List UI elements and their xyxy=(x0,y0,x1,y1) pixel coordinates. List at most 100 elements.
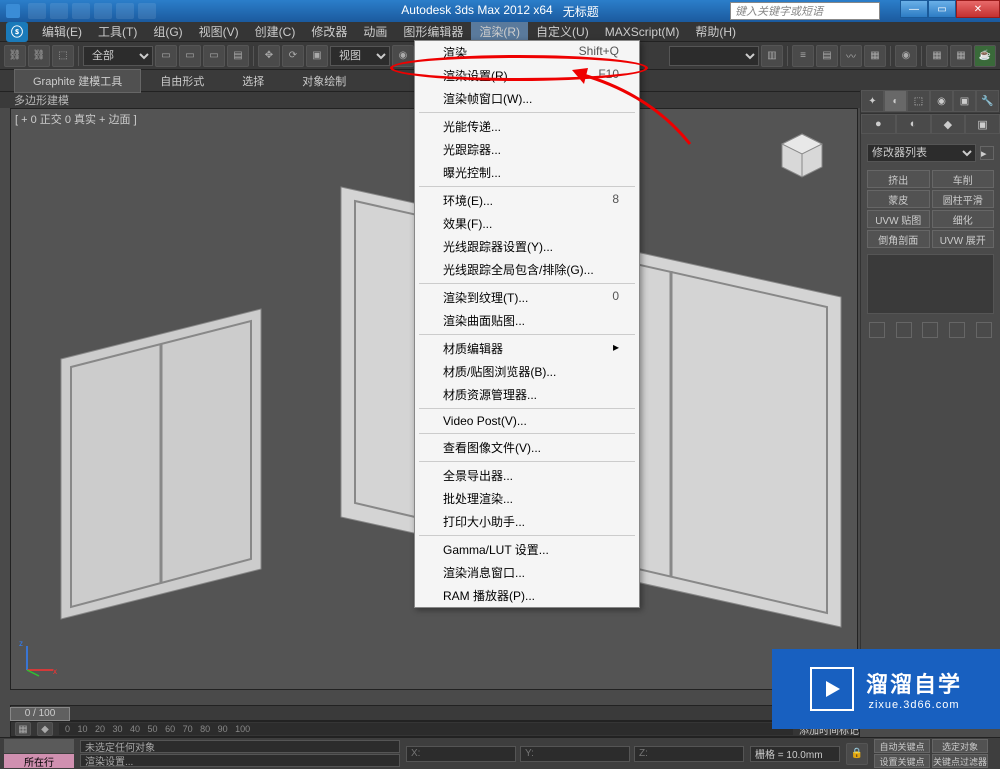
modify-tab-icon[interactable]: ◐ xyxy=(884,90,907,112)
menu-item-[interactable]: 渲染曲面贴图... xyxy=(415,309,639,332)
mod-cylsmooth[interactable]: 圆柱平滑 xyxy=(932,190,995,208)
maximize-button[interactable]: ▭ xyxy=(928,0,956,18)
pivot-icon[interactable]: ◉ xyxy=(392,45,414,67)
menu-item-[interactable]: 打印大小助手... xyxy=(415,510,639,533)
subtab-2-icon[interactable]: ◐ xyxy=(896,114,931,134)
move-icon[interactable]: ✥ xyxy=(258,45,280,67)
menu-create[interactable]: 创建(C) xyxy=(247,21,304,42)
mod-tessellate[interactable]: 细化 xyxy=(932,210,995,228)
coord-z[interactable] xyxy=(634,746,744,762)
key-filters-button[interactable]: 关键点过滤器 xyxy=(932,754,988,768)
menu-tools[interactable]: 工具(T) xyxy=(90,21,145,42)
ribbon-freeform[interactable]: 自由形式 xyxy=(141,69,223,93)
menu-item-[interactable]: 渲染Shift+Q xyxy=(415,41,639,64)
menu-item-[interactable]: 光能传递... xyxy=(415,115,639,138)
select-icon[interactable]: ▭ xyxy=(155,45,177,67)
menu-item-ramp[interactable]: RAM 播放器(P)... xyxy=(415,584,639,607)
render-setup-icon[interactable]: ▦ xyxy=(926,45,948,67)
menu-rendering[interactable]: 渲染(R) xyxy=(471,21,528,42)
rotate-icon[interactable]: ⟳ xyxy=(282,45,304,67)
menu-item-[interactable]: 材质编辑器▸ xyxy=(415,337,639,360)
stack-config-icon[interactable] xyxy=(976,322,992,338)
menu-edit[interactable]: 编辑(E) xyxy=(34,21,90,42)
menu-item-[interactable]: 渲染消息窗口... xyxy=(415,561,639,584)
motion-tab-icon[interactable]: ◉ xyxy=(930,90,953,112)
stack-unique-icon[interactable] xyxy=(922,322,938,338)
menu-item-y[interactable]: 光线跟踪器设置(Y)... xyxy=(415,235,639,258)
menu-customize[interactable]: 自定义(U) xyxy=(528,21,597,42)
mirror-icon[interactable]: ▥ xyxy=(761,45,783,67)
auto-key-button[interactable]: 自动关键点 xyxy=(874,739,930,753)
ribbon-paint[interactable]: 对象绘制 xyxy=(283,69,365,93)
subtab-4-icon[interactable]: ▣ xyxy=(965,114,1000,134)
track-key-icon[interactable]: ◆ xyxy=(37,722,53,736)
select-region-icon[interactable]: ▭ xyxy=(203,45,225,67)
menu-views[interactable]: 视图(V) xyxy=(191,21,247,42)
link-icon[interactable]: ⛓ xyxy=(4,45,26,67)
menu-item-[interactable]: 批处理渲染... xyxy=(415,487,639,510)
viewcube[interactable] xyxy=(777,129,827,179)
ref-coord-system[interactable]: 视图 xyxy=(330,46,390,66)
bind-icon[interactable]: ⬚ xyxy=(52,45,74,67)
selected-set-button[interactable]: 选定对象 xyxy=(932,739,988,753)
menu-item-e[interactable]: 环境(E)...8 xyxy=(415,189,639,212)
schematic-icon[interactable]: ▦ xyxy=(864,45,886,67)
ribbon-graphite[interactable]: Graphite 建模工具 xyxy=(14,69,141,93)
modifier-pin-icon[interactable]: ▸ xyxy=(980,146,994,160)
mod-uvwunwrap[interactable]: UVW 展开 xyxy=(932,230,995,248)
create-tab-icon[interactable]: ✦ xyxy=(861,90,884,112)
mod-uvwmap[interactable]: UVW 贴图 xyxy=(867,210,930,228)
menu-item-t[interactable]: 渲染到纹理(T)...0 xyxy=(415,286,639,309)
time-ruler[interactable] xyxy=(10,705,860,721)
selection-filter[interactable]: 全部 xyxy=(83,46,153,66)
menu-animation[interactable]: 动画 xyxy=(355,21,395,42)
menu-item-b[interactable]: 材质/贴图浏览器(B)... xyxy=(415,360,639,383)
stack-pin-icon[interactable] xyxy=(869,322,885,338)
menu-graph-editors[interactable]: 图形编辑器 xyxy=(395,21,471,42)
select-name-icon[interactable]: ▭ xyxy=(179,45,201,67)
subtab-3-icon[interactable]: ◆ xyxy=(931,114,966,134)
menu-item-gammalut[interactable]: Gamma/LUT 设置... xyxy=(415,538,639,561)
menu-item-[interactable]: 材质资源管理器... xyxy=(415,383,639,406)
coord-x[interactable] xyxy=(406,746,516,762)
qat-new-icon[interactable] xyxy=(28,3,46,19)
track-mini-icon[interactable]: ▦ xyxy=(15,722,31,736)
menu-item-f[interactable]: 效果(F)... xyxy=(415,212,639,235)
time-slider[interactable]: 0 / 100 xyxy=(10,707,70,721)
menu-item-w[interactable]: 渲染帧窗口(W)... xyxy=(415,87,639,110)
menu-item-[interactable]: 光跟踪器... xyxy=(415,138,639,161)
utilities-tab-icon[interactable]: 🔧 xyxy=(976,90,999,112)
scale-icon[interactable]: ▣ xyxy=(306,45,328,67)
menu-item-[interactable]: 全景导出器... xyxy=(415,464,639,487)
menu-item-v[interactable]: 查看图像文件(V)... xyxy=(415,436,639,459)
qat-redo-icon[interactable] xyxy=(116,3,134,19)
display-tab-icon[interactable]: ▣ xyxy=(953,90,976,112)
named-selections[interactable] xyxy=(669,46,759,66)
layers-icon[interactable]: ▤ xyxy=(816,45,838,67)
minimize-button[interactable]: — xyxy=(900,0,928,18)
mod-lathe[interactable]: 车削 xyxy=(932,170,995,188)
render-frame-icon[interactable]: ▦ xyxy=(950,45,972,67)
menu-group[interactable]: 组(G) xyxy=(145,21,190,42)
menu-item-[interactable]: 曝光控制... xyxy=(415,161,639,184)
unlink-icon[interactable]: ⛓ xyxy=(28,45,50,67)
ribbon-selection[interactable]: 选择 xyxy=(223,69,283,93)
mod-bevelprofile[interactable]: 倒角剖面 xyxy=(867,230,930,248)
hierarchy-tab-icon[interactable]: ⬚ xyxy=(907,90,930,112)
mod-skin[interactable]: 蒙皮 xyxy=(867,190,930,208)
menu-modifiers[interactable]: 修改器 xyxy=(303,21,355,42)
coord-y[interactable] xyxy=(520,746,630,762)
align-icon[interactable]: ≡ xyxy=(792,45,814,67)
modifier-list-dropdown[interactable]: 修改器列表 xyxy=(867,144,976,162)
material-editor-icon[interactable]: ◉ xyxy=(895,45,917,67)
set-key-button[interactable]: 设置关键点 xyxy=(874,754,930,768)
menu-item-videopostv[interactable]: Video Post(V)... xyxy=(415,411,639,431)
stack-show-icon[interactable] xyxy=(896,322,912,338)
qat-undo-icon[interactable] xyxy=(94,3,112,19)
modifier-stack[interactable] xyxy=(867,254,994,314)
stack-remove-icon[interactable] xyxy=(949,322,965,338)
mod-extrude[interactable]: 挤出 xyxy=(867,170,930,188)
menu-item-g[interactable]: 光线跟踪全局包含/排除(G)... xyxy=(415,258,639,281)
max-logo-icon[interactable]: ⓢ xyxy=(6,22,28,42)
render-icon[interactable]: ☕ xyxy=(974,45,996,67)
